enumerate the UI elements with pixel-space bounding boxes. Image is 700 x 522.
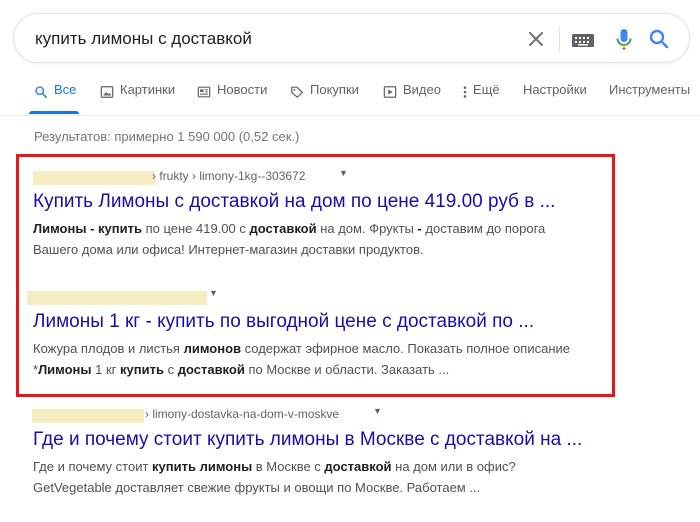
redaction-mask	[27, 291, 207, 305]
result-cite: › frukty › limony-1kg--303672 ▼	[33, 167, 613, 187]
more-vertical-icon	[463, 86, 467, 98]
tag-icon	[291, 86, 303, 98]
tab-all[interactable]: Все	[34, 82, 76, 114]
snippet-keyword: доставкой	[177, 362, 245, 377]
snippet-text: содержат эфирное масло. Показать полное …	[241, 341, 571, 356]
news-icon	[197, 86, 211, 98]
result-url[interactable]: › limony-dostavka-na-dom-v-moskve	[145, 407, 339, 421]
snippet-text: на дом или в офис?	[391, 459, 516, 474]
snippet-text: 1 кг	[91, 362, 121, 377]
result-title-link[interactable]: Где и почему стоит купить лимоны в Москв…	[33, 428, 613, 452]
image-icon	[100, 86, 114, 98]
result-snippet: Где и почему стоит купить лимоны в Москв…	[33, 456, 613, 498]
tab-video[interactable]: Видео	[383, 82, 441, 114]
caret-down-icon[interactable]: ▼	[339, 168, 348, 178]
tab-label: Настройки	[523, 82, 587, 97]
tab-label: Покупки	[310, 82, 359, 97]
redaction-mask	[32, 409, 144, 423]
tab-more[interactable]: Ещё	[461, 82, 500, 114]
result-cite: ▼	[27, 287, 613, 307]
result-title-link[interactable]: Купить Лимоны с доставкой на дом по цене…	[33, 190, 613, 214]
result-cite: › limony-dostavka-na-dom-v-moskve ▼	[32, 405, 613, 425]
snippet-keyword: доставкой	[324, 459, 392, 474]
search-box[interactable]: купить лимоны с доставкой	[13, 13, 690, 63]
tab-tools[interactable]: Инструменты	[609, 82, 690, 114]
snippet-keyword: купить	[120, 362, 164, 377]
result-snippet: Лимоны - купить по цене 419.00 с доставк…	[33, 218, 613, 260]
tab-label: Видео	[403, 82, 441, 97]
snippet-keyword: доставкой	[249, 221, 317, 236]
caret-down-icon[interactable]: ▼	[209, 288, 218, 298]
search-result: ▼ Лимоны 1 кг - купить по выгодной цене …	[27, 287, 613, 380]
snippet-text: Где и почему стоит	[33, 459, 153, 474]
keyboard-icon[interactable]	[571, 28, 595, 52]
search-icon	[35, 86, 48, 99]
tab-images[interactable]: Картинки	[100, 82, 175, 114]
active-tab-indicator	[29, 111, 79, 114]
redaction-mask	[33, 171, 155, 185]
search-tabs: Все Картинки Новости Покупки Видео Ещё Н…	[0, 82, 700, 114]
result-title-link[interactable]: Лимоны 1 кг - купить по выгодной цене с …	[33, 310, 613, 334]
snippet-text: по Москве и области. Заказать ...	[244, 362, 450, 377]
snippet-keyword: Лимоны - купить	[33, 221, 142, 236]
snippet-text: с	[163, 362, 178, 377]
result-stats: Результатов: примерно 1 590 000 (0,52 се…	[34, 129, 300, 144]
snippet-keyword: купить лимоны	[152, 459, 253, 474]
snippet-text: Кожура плодов и листья	[33, 341, 184, 356]
tab-label: Новости	[217, 82, 268, 97]
microphone-icon[interactable]	[612, 27, 636, 51]
search-input[interactable]: купить лимоны с доставкой	[35, 29, 252, 49]
play-icon	[383, 86, 397, 98]
snippet-keyword: Лимоны	[38, 362, 92, 377]
tab-settings[interactable]: Настройки	[523, 82, 587, 114]
search-result: › frukty › limony-1kg--303672 ▼ Купить Л…	[33, 167, 613, 260]
tab-label: Инструменты	[609, 82, 691, 97]
tab-label: Все	[54, 82, 77, 97]
tab-label: Ещё	[473, 82, 500, 97]
result-url[interactable]: › frukty › limony-1kg--303672	[152, 169, 305, 183]
search-result: › limony-dostavka-na-dom-v-moskve ▼ Где …	[32, 405, 613, 498]
tab-shopping[interactable]: Покупки	[290, 82, 359, 114]
snippet-text: Вашего дома или офиса! Интернет-магазин …	[33, 242, 424, 257]
caret-down-icon[interactable]: ▼	[373, 406, 382, 416]
snippet-text: GetVegetable доставляет свежие фрукты и …	[33, 480, 481, 495]
snippet-keyword: лимонов	[183, 341, 241, 356]
result-snippet: Кожура плодов и листья лимонов содержат …	[33, 338, 613, 380]
snippet-text: по цене 419.00 с	[141, 221, 250, 236]
tab-news[interactable]: Новости	[197, 82, 267, 114]
tab-label: Картинки	[120, 82, 176, 97]
tabs-divider	[0, 115, 700, 116]
snippet-text: на дом. Фрукты	[316, 221, 418, 236]
snippet-text: в Москве с	[252, 459, 325, 474]
close-icon[interactable]	[524, 27, 548, 51]
snippet-text: доставим до порога	[421, 221, 546, 236]
search-box-divider	[559, 26, 560, 52]
search-icon[interactable]	[647, 27, 671, 51]
